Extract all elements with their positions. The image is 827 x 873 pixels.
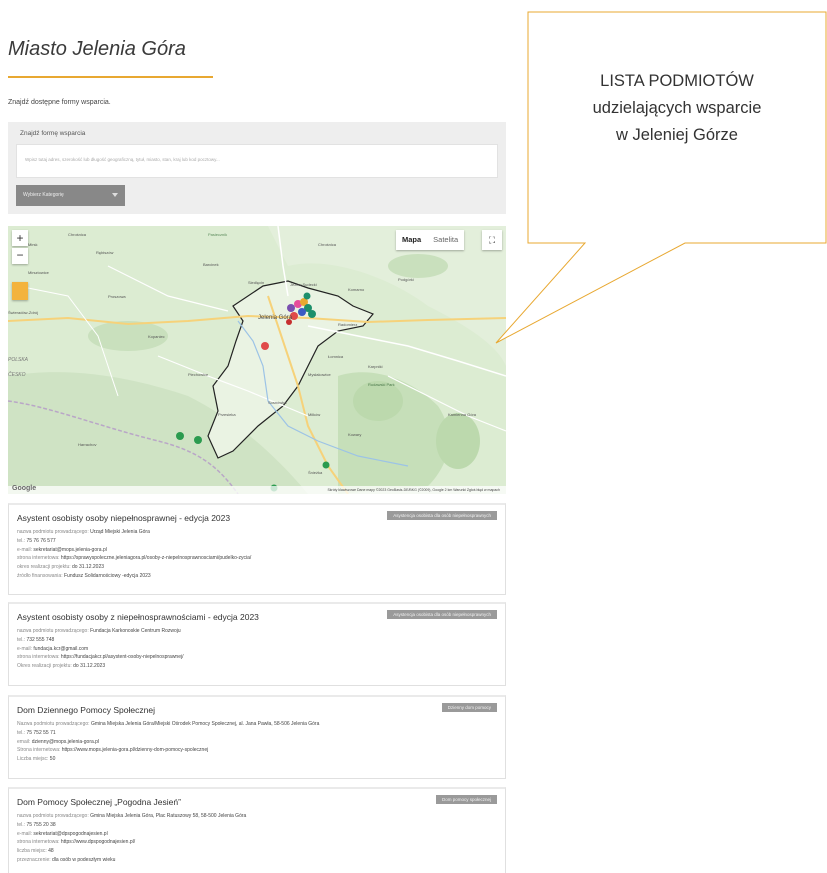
callout-line: w Jeleniej Górze <box>616 126 738 144</box>
callout-line: udzielających wsparcie <box>592 99 762 117</box>
callout-outline <box>495 11 827 344</box>
callout-line: LISTA PODMIOTÓW <box>600 72 754 90</box>
callout-text: LISTA PODMIOTÓW udzielających wsparcie w… <box>528 68 826 149</box>
